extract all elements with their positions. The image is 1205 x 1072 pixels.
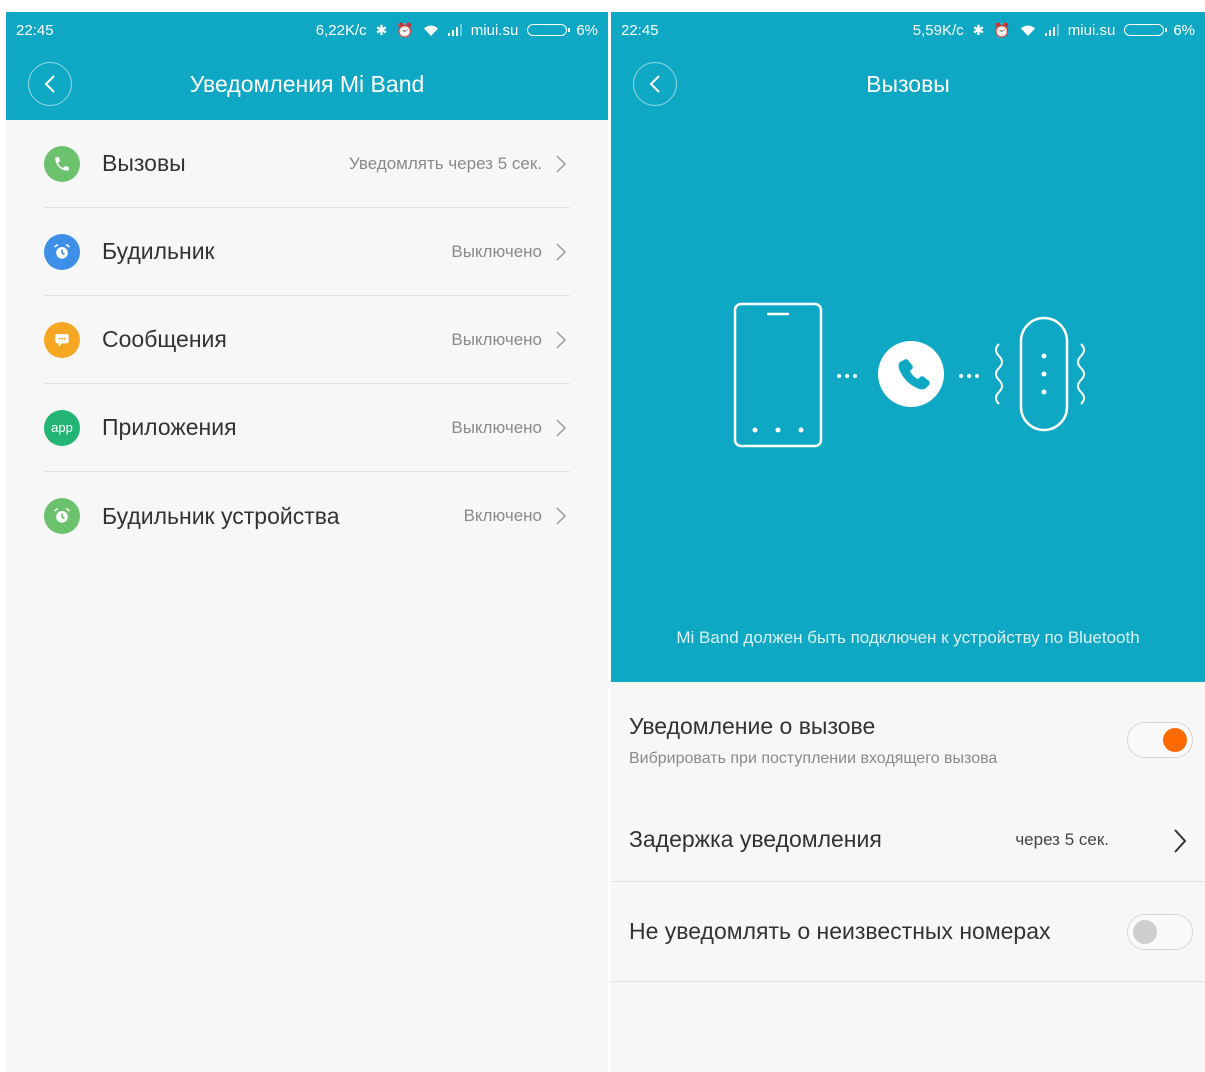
app-icon-text: app — [51, 420, 73, 435]
battery-level: 6% — [576, 21, 598, 39]
message-icon — [44, 321, 80, 358]
header: 22:45 6,22K/c ✱ ⏰ miui.su 6% Уведомления — [6, 12, 608, 120]
list-item-alarm[interactable]: Будильник Выключено — [44, 208, 570, 296]
call-notification-subtitle: Вибрировать при поступлении входящего вы… — [629, 749, 998, 767]
call-notification-row: Уведомление о вызове Вибрировать при пос… — [611, 682, 1205, 798]
carrier-name: miui.su — [1067, 21, 1116, 39]
notification-delay-row[interactable]: Задержка уведомления через 5 сек. — [611, 798, 1205, 882]
list-item-label: Будильник устройства — [102, 502, 340, 529]
chevron-right-icon — [556, 330, 570, 349]
phone-call-icon — [878, 341, 944, 407]
chevron-right-icon — [556, 418, 570, 437]
call-notification-toggle[interactable] — [1127, 722, 1193, 758]
chevron-right-icon — [556, 507, 570, 525]
phone-icon — [44, 145, 80, 182]
phone-to-band-illustration — [733, 302, 1085, 448]
notification-list: Вызовы Уведомлять через 5 сек. Будильник… — [6, 120, 608, 560]
status-time: 22:45 — [621, 21, 659, 39]
page-title: Уведомления Mi Band — [189, 70, 425, 97]
list-item-label: Сообщения — [102, 326, 227, 352]
alarm-icon: ⏰ — [396, 22, 414, 38]
notification-delay-value: через 5 сек. — [1015, 829, 1109, 849]
toggle-knob — [1163, 728, 1187, 752]
list-item-messages[interactable]: Сообщения Выключено — [44, 296, 570, 384]
bluetooth-icon: ✱ — [972, 22, 985, 38]
notifications-screen: 22:45 6,22K/c ✱ ⏰ miui.su 6% Уведомления — [6, 12, 608, 1072]
list-item-value: Выключено — [451, 241, 542, 261]
chevron-right-icon — [556, 242, 570, 261]
carrier-name: miui.su — [470, 21, 519, 39]
signal-icon — [447, 24, 462, 36]
list-item-value: Выключено — [451, 329, 542, 349]
battery-icon — [527, 24, 571, 36]
network-speed: 6,22K/c — [315, 21, 367, 39]
alarm-clock-icon — [44, 233, 80, 270]
wifi-icon — [1020, 24, 1036, 37]
list-item-value: Включено — [463, 506, 542, 525]
list-item-calls[interactable]: Вызовы Уведомлять через 5 сек. — [44, 120, 570, 208]
notification-delay-title: Задержка уведомления — [629, 826, 882, 852]
chevron-left-icon — [649, 75, 660, 93]
smartphone-icon — [733, 302, 823, 448]
page-title: Вызовы — [866, 70, 950, 97]
chevron-left-icon — [44, 75, 55, 93]
battery-icon — [1124, 24, 1168, 36]
list-item-value: Выключено — [451, 417, 542, 437]
battery-level: 6% — [1173, 21, 1195, 39]
settings-list: Уведомление о вызове Вибрировать при пос… — [611, 682, 1205, 982]
calls-screen: 22:45 5,59K/c ✱ ⏰ miui.su 6% Вызовы Mi B… — [611, 12, 1205, 1072]
alarm-clock-icon — [44, 498, 80, 534]
app-icon: app — [44, 409, 80, 446]
list-item-device-alarm[interactable]: Будильник устройства Включено — [44, 472, 570, 560]
status-time: 22:45 — [16, 21, 54, 39]
unknown-numbers-title: Не уведомлять о неизвестных номерах — [629, 918, 1051, 944]
network-speed: 5,59K/c — [912, 21, 964, 39]
list-item-label: Вызовы — [102, 150, 186, 176]
list-item-label: Будильник — [102, 238, 215, 264]
back-button[interactable] — [633, 62, 677, 106]
wifi-icon — [423, 24, 439, 37]
toggle-knob — [1133, 919, 1157, 944]
list-item-apps[interactable]: app Приложения Выключено — [44, 384, 570, 472]
chevron-right-icon — [556, 154, 570, 173]
bluetooth-note: Mi Band должен быть подключен к устройст… — [676, 628, 1140, 647]
list-item-label: Приложения — [102, 414, 237, 440]
chevron-right-icon — [1173, 828, 1187, 859]
header: 22:45 5,59K/c ✱ ⏰ miui.su 6% Вызовы Mi B… — [611, 12, 1205, 682]
mi-band-icon — [1019, 316, 1069, 432]
vibration-icon — [995, 343, 1085, 405]
title-bar: Вызовы — [611, 48, 1205, 120]
signal-icon — [1044, 24, 1059, 36]
dots-icon — [837, 374, 857, 378]
call-notification-title: Уведомление о вызове — [629, 712, 876, 739]
unknown-numbers-toggle[interactable] — [1127, 913, 1193, 950]
status-bar: 22:45 5,59K/c ✱ ⏰ miui.su 6% — [611, 12, 1205, 48]
list-item-value: Уведомлять через 5 сек. — [349, 153, 542, 173]
dots-icon — [959, 374, 979, 378]
bluetooth-icon: ✱ — [375, 22, 388, 38]
alarm-icon: ⏰ — [993, 22, 1011, 38]
unknown-numbers-row: Не уведомлять о неизвестных номерах — [611, 882, 1205, 982]
title-bar: Уведомления Mi Band — [6, 48, 608, 120]
status-bar: 22:45 6,22K/c ✱ ⏰ miui.su 6% — [6, 12, 608, 48]
back-button[interactable] — [28, 62, 72, 106]
